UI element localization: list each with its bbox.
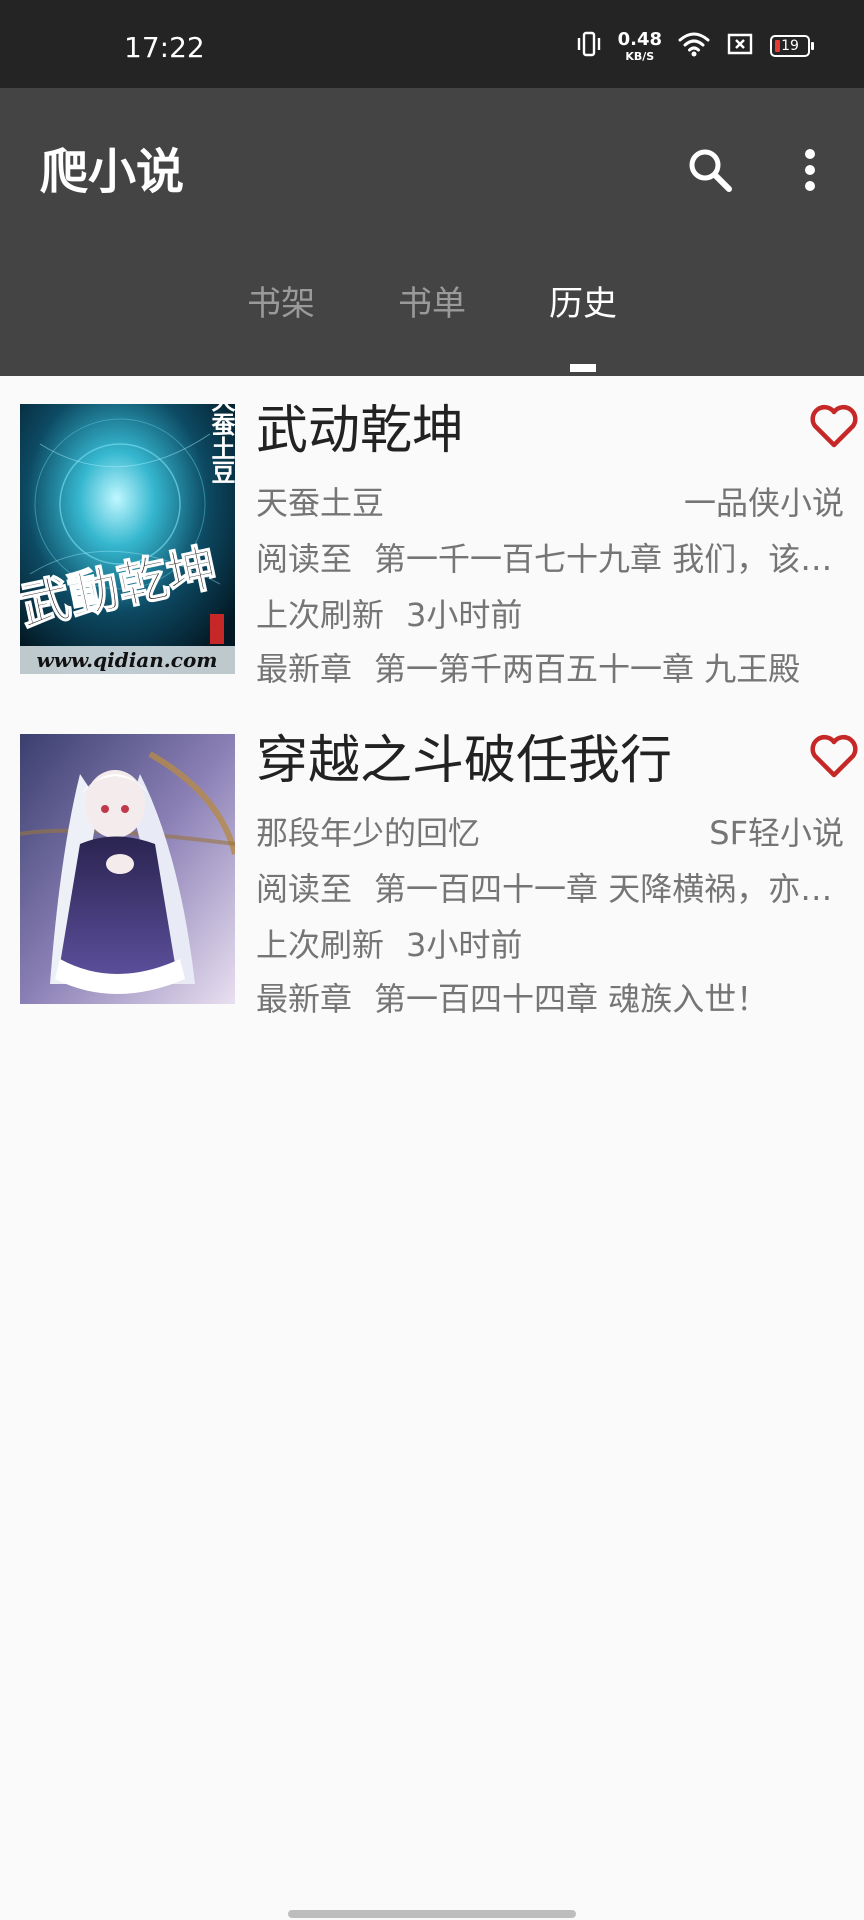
- tab-indicator: [570, 364, 596, 372]
- favorite-button[interactable]: [808, 730, 860, 782]
- tab-bookshelf[interactable]: 书架: [221, 282, 341, 376]
- sim-card-icon: [726, 33, 754, 59]
- status-time: 17:22: [124, 31, 205, 64]
- tab-history[interactable]: 历史: [523, 282, 643, 376]
- net-speed-unit: KB/S: [625, 49, 655, 63]
- book-cover[interactable]: [20, 734, 235, 1004]
- app-bar: 爬小说 书架 书单 历史: [0, 88, 864, 376]
- author-row: 那段年少的回忆 SF轻小说: [256, 814, 844, 852]
- list-item[interactable]: 天蚕土豆 武動乾坤 www.qidian.com 武动乾坤 天蚕土豆 一品侠小说…: [0, 376, 864, 706]
- app-title: 爬小说: [40, 144, 185, 200]
- refresh-label: 上次刷新: [256, 596, 385, 634]
- read-progress-row: 阅读至 第一百四十一章 天降横祸，亦…: [256, 870, 844, 908]
- latest-chapter-row: 最新章 第一百四十四章 魂族入世！: [256, 980, 844, 1018]
- home-indicator[interactable]: [288, 1910, 576, 1918]
- refresh-label: 上次刷新: [256, 926, 385, 964]
- tab-bar: 书架 书单 历史: [0, 282, 864, 376]
- read-label: 阅读至: [256, 870, 353, 908]
- search-button[interactable]: [678, 140, 742, 204]
- book-source: 一品侠小说: [683, 484, 844, 522]
- status-icons: 0.48 KB/S 19: [576, 28, 814, 64]
- latest-chapter: 第一百四十四章 魂族入世！: [374, 980, 769, 1018]
- latest-label: 最新章: [256, 980, 353, 1018]
- wifi-icon: [678, 31, 710, 61]
- read-chapter: 第一千一百七十九章 我们，该…: [374, 540, 833, 578]
- net-speed-value: 0.48: [617, 28, 662, 50]
- author-row: 天蚕土豆 一品侠小说: [256, 484, 844, 522]
- battery-icon: 19: [770, 35, 814, 57]
- net-speed: 0.48 KB/S: [617, 28, 662, 63]
- book-title[interactable]: 武动乾坤: [256, 400, 464, 462]
- read-label: 阅读至: [256, 540, 353, 578]
- favorite-button[interactable]: [808, 400, 860, 452]
- tab-booklist[interactable]: 书单: [372, 282, 492, 376]
- refresh-time: 3小时前: [406, 926, 523, 964]
- latest-label: 最新章: [256, 650, 353, 688]
- cover-author-text: 天蚕土豆: [207, 404, 235, 484]
- book-author: 天蚕土豆: [256, 484, 385, 522]
- heart-outline-icon: [810, 404, 858, 448]
- book-cover[interactable]: 天蚕土豆 武動乾坤 www.qidian.com: [20, 404, 235, 674]
- battery-level: 19: [781, 38, 799, 54]
- cover-site-text: www.qidian.com: [37, 648, 218, 672]
- history-list: 天蚕土豆 武動乾坤 www.qidian.com 武动乾坤 天蚕土豆 一品侠小说…: [0, 376, 864, 1036]
- more-options-button[interactable]: [778, 140, 842, 204]
- read-progress-row: 阅读至 第一千一百七十九章 我们，该…: [256, 540, 844, 578]
- refresh-time: 3小时前: [406, 596, 523, 634]
- latest-chapter-row: 最新章 第一第千两百五十一章 九王殿: [256, 650, 844, 688]
- refresh-row: 上次刷新 3小时前: [256, 926, 844, 964]
- more-vert-icon: [804, 149, 816, 195]
- list-item[interactable]: 穿越之斗破任我行 那段年少的回忆 SF轻小说 阅读至 第一百四十一章 天降横祸，亦…: [0, 706, 864, 1036]
- heart-outline-icon: [810, 734, 858, 778]
- search-icon: [687, 147, 733, 197]
- book-title[interactable]: 穿越之斗破任我行: [256, 730, 672, 792]
- book-source: SF轻小说: [709, 814, 844, 852]
- read-chapter: 第一百四十一章 天降横祸，亦…: [374, 870, 833, 908]
- book-author: 那段年少的回忆: [256, 814, 481, 852]
- refresh-row: 上次刷新 3小时前: [256, 596, 844, 634]
- status-bar: 17:22 0.48 KB/S 19: [0, 0, 864, 88]
- vibrate-icon: [576, 30, 602, 62]
- latest-chapter: 第一第千两百五十一章 九王殿: [374, 650, 801, 688]
